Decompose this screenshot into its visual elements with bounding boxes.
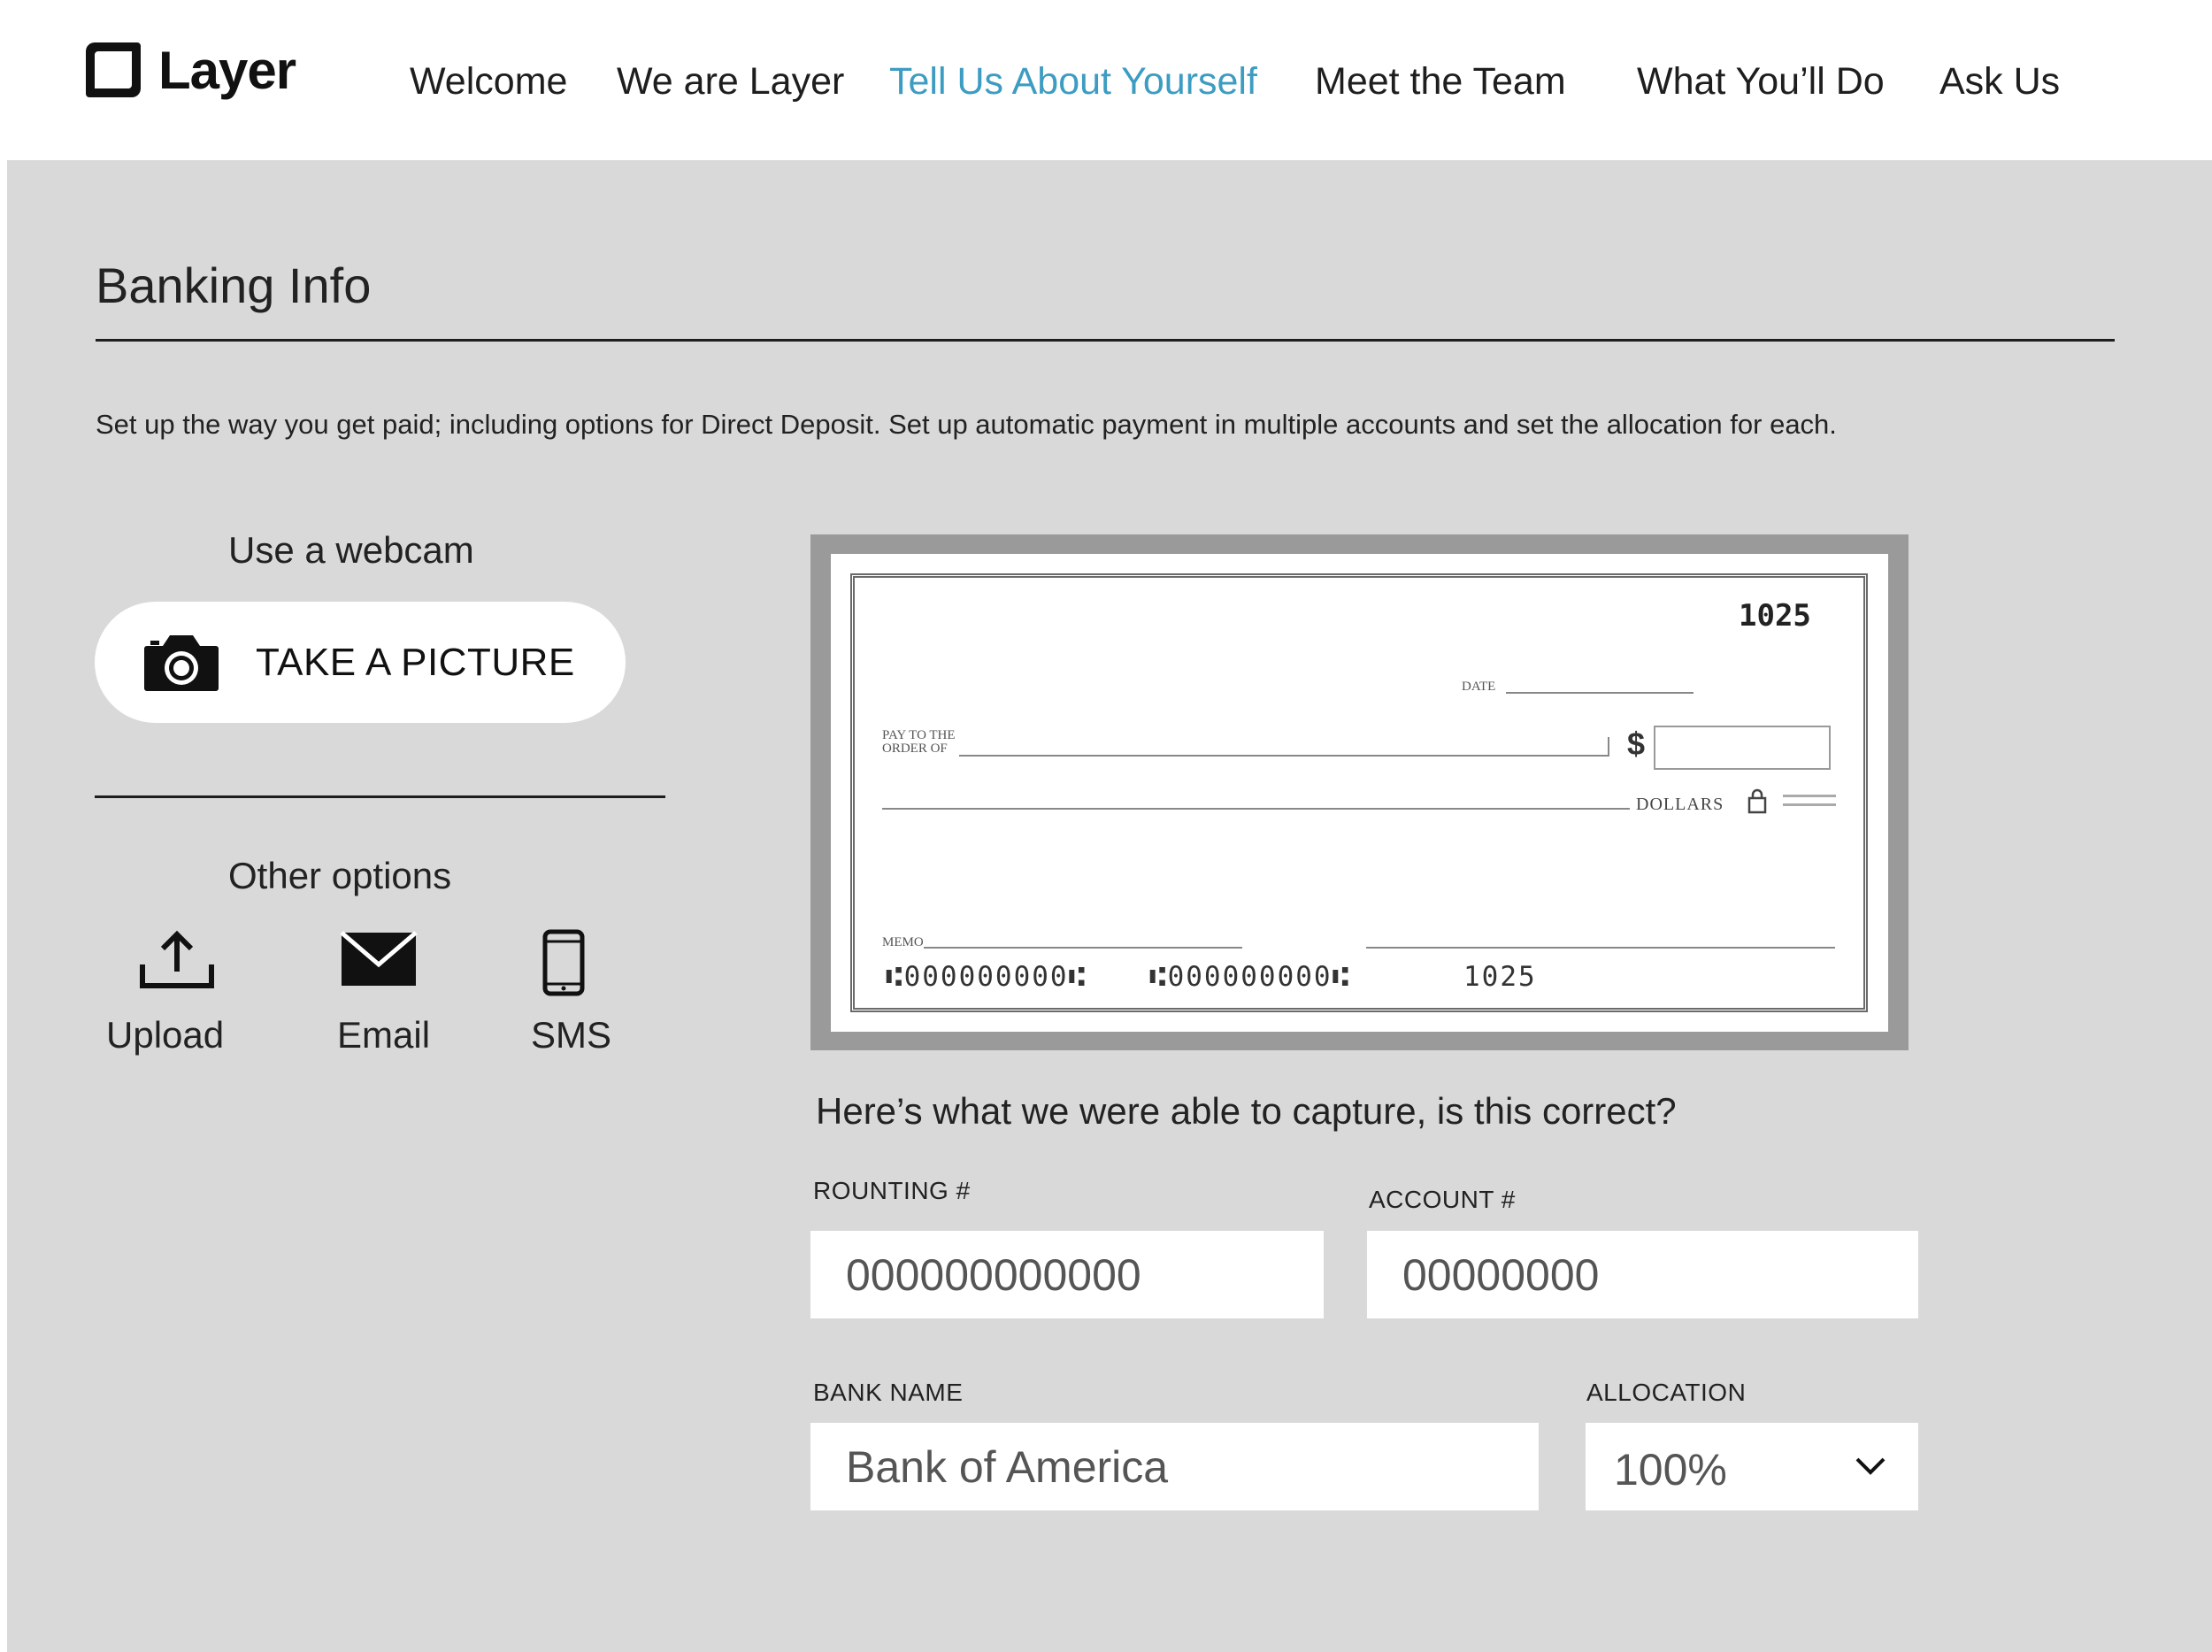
allocation-select[interactable]: 100% bbox=[1586, 1423, 1918, 1510]
phone-icon bbox=[542, 929, 585, 996]
main-nav: Welcome We are Layer Tell Us About Yours… bbox=[0, 0, 2212, 160]
check-date-label: DATE bbox=[1462, 680, 1496, 694]
check-memo-label: MEMO bbox=[882, 935, 924, 949]
email-label: Email bbox=[337, 1014, 431, 1056]
check-pay-to-label: PAY TO THE bbox=[882, 728, 956, 742]
nav-item-meet-the-team[interactable]: Meet the Team bbox=[1315, 60, 1566, 104]
check-dollars-label: DOLLARS bbox=[1636, 795, 1724, 814]
check-micr-account: ⑆000000000⑆ bbox=[1149, 961, 1351, 993]
nav-item-what-youll-do[interactable]: What You’ll Do bbox=[1637, 60, 1885, 104]
check-micr-routing: ⑆000000000⑆ bbox=[886, 961, 1087, 993]
webcam-label: Use a webcam bbox=[228, 529, 474, 571]
left-edge-strip bbox=[0, 0, 7, 1652]
account-number-input[interactable] bbox=[1367, 1231, 1918, 1318]
envelope-icon bbox=[340, 931, 418, 986]
check-memo-line bbox=[924, 947, 1242, 949]
take-picture-label: TAKE A PICTURE bbox=[256, 641, 575, 684]
check-security-text-1 bbox=[1783, 795, 1836, 797]
sms-option[interactable]: SMS bbox=[531, 929, 611, 1056]
check-date-line bbox=[1506, 692, 1694, 694]
nav-item-tell-us-about-yourself[interactable]: Tell Us About Yourself bbox=[889, 60, 1257, 104]
nav-item-ask-us[interactable]: Ask Us bbox=[1939, 60, 2060, 104]
nav-item-we-are-layer[interactable]: We are Layer bbox=[617, 60, 844, 104]
section-description: Set up the way you get paid; including o… bbox=[96, 409, 1837, 440]
capture-question: Here’s what we were able to capture, is … bbox=[816, 1090, 1677, 1132]
routing-label: ROUNTING # bbox=[813, 1177, 971, 1204]
check-dollar-sign: $ bbox=[1627, 726, 1646, 762]
check-security-text-2 bbox=[1783, 803, 1836, 806]
take-picture-button[interactable]: TAKE A PICTURE bbox=[95, 602, 626, 723]
upload-label: Upload bbox=[106, 1014, 225, 1056]
other-options-label: Other options bbox=[228, 855, 452, 896]
check-payee-tick bbox=[1608, 737, 1609, 757]
check-micr-number: 1025 bbox=[1463, 961, 1537, 993]
check-amount-box bbox=[1654, 726, 1831, 770]
email-option[interactable]: Email bbox=[337, 929, 430, 1056]
routing-number-input[interactable] bbox=[810, 1231, 1324, 1318]
allocation-label: ALLOCATION bbox=[1586, 1379, 1747, 1406]
bank-name-input[interactable] bbox=[810, 1423, 1539, 1510]
options-divider bbox=[95, 795, 665, 798]
check-image: 1025 DATE PAY TO THE ORDER OF $ DOLLARS … bbox=[810, 534, 1909, 1050]
sms-label: SMS bbox=[531, 1014, 612, 1056]
upload-icon bbox=[140, 930, 214, 988]
upload-option[interactable]: Upload bbox=[106, 929, 228, 1056]
check-paper: 1025 DATE PAY TO THE ORDER OF $ DOLLARS … bbox=[831, 554, 1888, 1032]
account-label: ACCOUNT # bbox=[1369, 1186, 1516, 1213]
check-order-of-label: ORDER OF bbox=[882, 741, 948, 756]
chevron-down-icon bbox=[1855, 1457, 1886, 1475]
check-payee-line bbox=[959, 755, 1609, 757]
check-number: 1025 bbox=[1739, 598, 1811, 634]
lock-icon bbox=[1747, 788, 1767, 814]
page-title: Banking Info bbox=[96, 257, 372, 313]
nav-item-welcome[interactable]: Welcome bbox=[410, 60, 567, 104]
camera-icon bbox=[144, 635, 219, 691]
check-amount-line bbox=[882, 808, 1630, 810]
allocation-value: 100% bbox=[1614, 1445, 1727, 1494]
bank-name-label: BANK NAME bbox=[813, 1379, 964, 1406]
check-signature-line bbox=[1366, 947, 1835, 949]
title-divider bbox=[96, 339, 2115, 342]
